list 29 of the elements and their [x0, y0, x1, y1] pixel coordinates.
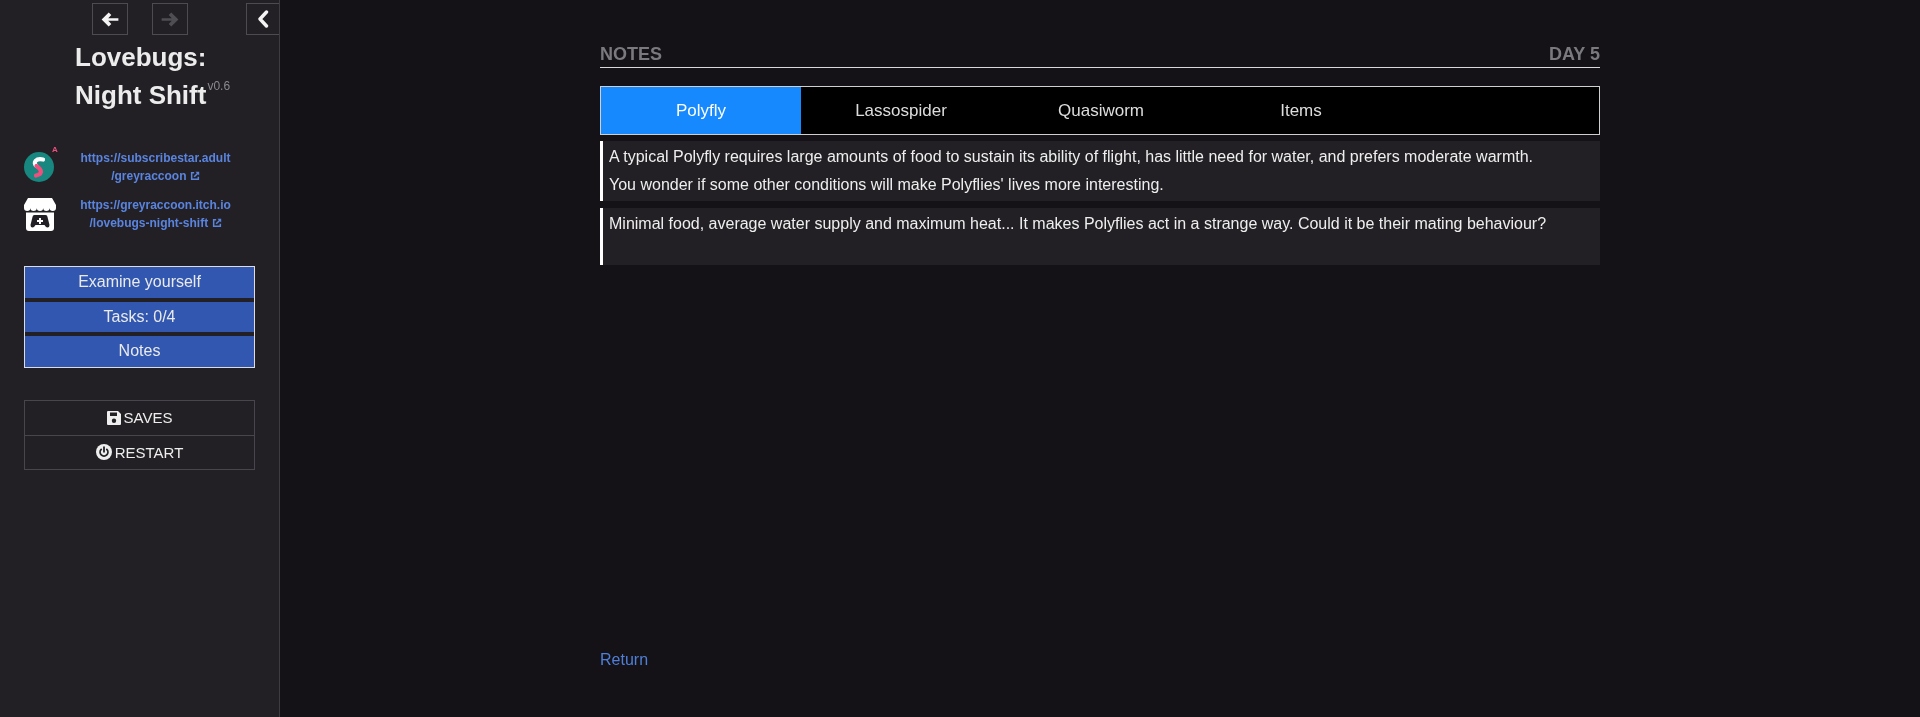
circle-s-logo-icon — [24, 152, 54, 182]
right-arrow-icon — [160, 11, 179, 27]
external-link-icon — [211, 218, 222, 228]
tab[interactable]: Lassospider — [801, 87, 1001, 134]
note-text: A typical Polyfly requires large amounts of food to sustain its ability of flight, has little need for water, and prefers moderate warmth. — [609, 147, 1534, 167]
external-link-icon — [189, 171, 200, 181]
note-text: Minimal food, average water supply and maximum heat... It makes Polyflies act in a strange way. Could it be their mating behaviour? — [609, 214, 1548, 234]
return-link[interactable]: Return — [600, 650, 649, 670]
left-arrow-icon — [100, 11, 119, 27]
page-title: NOTES — [600, 43, 662, 65]
tab[interactable]: Polyfly — [601, 87, 801, 134]
site-link[interactable]: https://greyraccoon.itch.io /lovebugs-night-shift — [56, 196, 255, 232]
version-label: v0.6 — [207, 79, 231, 93]
game-title: Lovebugs: Night Shift — [75, 42, 207, 110]
logo-letter: A — [52, 146, 58, 154]
saves-button[interactable]: SAVES — [25, 400, 254, 435]
menu-item[interactable]: Examine yourself — [25, 267, 254, 298]
tab[interactable]: Items — [1201, 87, 1401, 134]
power-icon — [95, 444, 112, 460]
menu-item[interactable]: Tasks: 0/4 — [25, 301, 254, 332]
storefront-gamepad-icon — [24, 197, 56, 231]
tab[interactable]: Quasiworm — [1001, 87, 1201, 134]
menu-item[interactable]: Notes — [25, 336, 254, 367]
restart-button[interactable]: RESTART — [25, 434, 254, 469]
collapse-button[interactable] — [246, 3, 279, 35]
day-label: DAY 5 — [1548, 43, 1600, 65]
chevron-left-icon — [257, 10, 269, 28]
note-text: You wonder if some other conditions will make Polyflies' lives more interesting. — [609, 175, 1165, 195]
back-button[interactable] — [91, 3, 128, 35]
